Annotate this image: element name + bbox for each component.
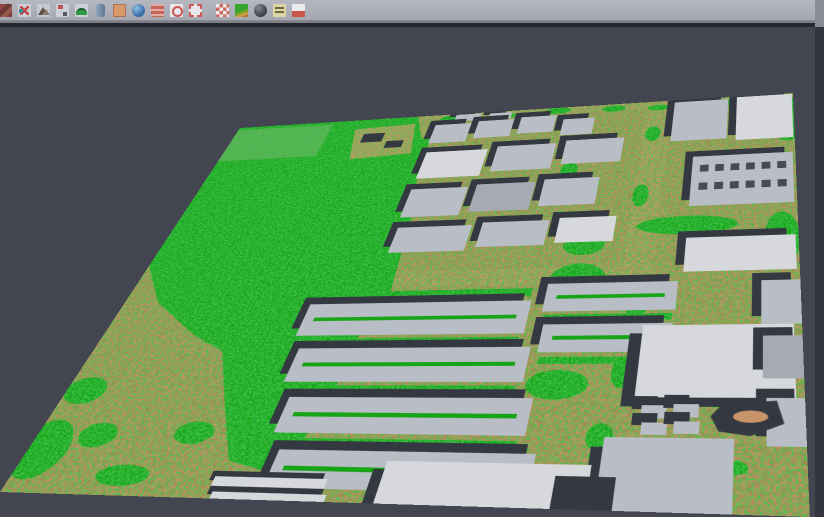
checker-button[interactable]	[214, 2, 231, 19]
roof-ridge-vegetation	[302, 362, 516, 367]
building-roof	[490, 143, 557, 171]
point-cloud-icon	[0, 4, 12, 17]
building-roof	[388, 225, 472, 253]
surface-model-button[interactable]	[73, 2, 90, 19]
building-roof	[475, 220, 549, 247]
dark-structure	[549, 476, 616, 511]
roof-opening	[700, 165, 709, 172]
building-roof	[473, 119, 515, 138]
terrain-button[interactable]	[35, 2, 52, 19]
marker-icon	[56, 4, 69, 17]
building-roof	[468, 182, 536, 212]
sphere-button[interactable]	[252, 2, 269, 19]
clip-icon	[292, 4, 305, 17]
application-window	[0, 0, 824, 517]
building-roof	[735, 94, 793, 140]
building-roof	[561, 137, 625, 164]
building-roof	[640, 422, 667, 435]
checker-icon	[216, 4, 229, 17]
point-cloud-button[interactable]	[0, 2, 14, 19]
building-roof	[517, 115, 557, 133]
orthophoto-icon	[113, 4, 126, 17]
roof-opening	[762, 162, 771, 169]
surface-model-icon	[75, 4, 88, 17]
building-roof	[689, 152, 795, 206]
roof-opening	[715, 164, 724, 171]
selection-box-button[interactable]	[187, 2, 204, 19]
delete-points-icon	[18, 4, 31, 17]
terrain-projection	[0, 93, 810, 517]
building-roof	[763, 335, 804, 378]
profile-icon	[96, 4, 105, 17]
building-roof	[593, 437, 735, 517]
building-roof	[538, 177, 600, 206]
target-icon	[170, 4, 183, 17]
window-right-edge	[815, 0, 824, 517]
clip-button[interactable]	[290, 2, 307, 19]
orthophoto-button[interactable]	[111, 2, 128, 19]
roof-opening	[698, 182, 707, 189]
building-roof	[673, 421, 700, 434]
delete-points-button[interactable]	[16, 2, 33, 19]
building-roof	[761, 279, 802, 324]
target-button[interactable]	[168, 2, 185, 19]
selection-box-icon	[189, 4, 202, 17]
building-roof	[670, 99, 728, 141]
globe-button[interactable]	[130, 2, 147, 19]
layers-icon	[151, 4, 164, 17]
building-roof	[554, 216, 617, 243]
window-right-edge-top	[815, 0, 824, 27]
building-roof	[560, 117, 595, 135]
roof-opening	[730, 163, 739, 170]
roof-opening	[730, 181, 739, 189]
measure-icon	[273, 4, 286, 17]
profile-button[interactable]	[92, 2, 109, 19]
roof-opening	[746, 162, 755, 169]
roof-opening	[762, 180, 771, 188]
classification-icon	[235, 4, 248, 17]
layers-button[interactable]	[149, 2, 166, 19]
sphere-icon	[254, 4, 267, 17]
building-roof	[683, 234, 797, 271]
classification-button[interactable]	[233, 2, 250, 19]
globe-icon	[132, 4, 145, 17]
terrain-icon	[37, 4, 50, 17]
marker-button[interactable]	[54, 2, 71, 19]
roof-opening	[714, 182, 723, 190]
roof-opening	[746, 180, 755, 188]
roof-opening	[777, 161, 786, 168]
building-roof	[416, 149, 488, 179]
measure-button[interactable]	[271, 2, 288, 19]
viewport-3d[interactable]	[0, 27, 824, 517]
point-cloud-scene	[0, 93, 810, 517]
main-toolbar	[0, 0, 824, 21]
roof-opening	[778, 179, 787, 187]
